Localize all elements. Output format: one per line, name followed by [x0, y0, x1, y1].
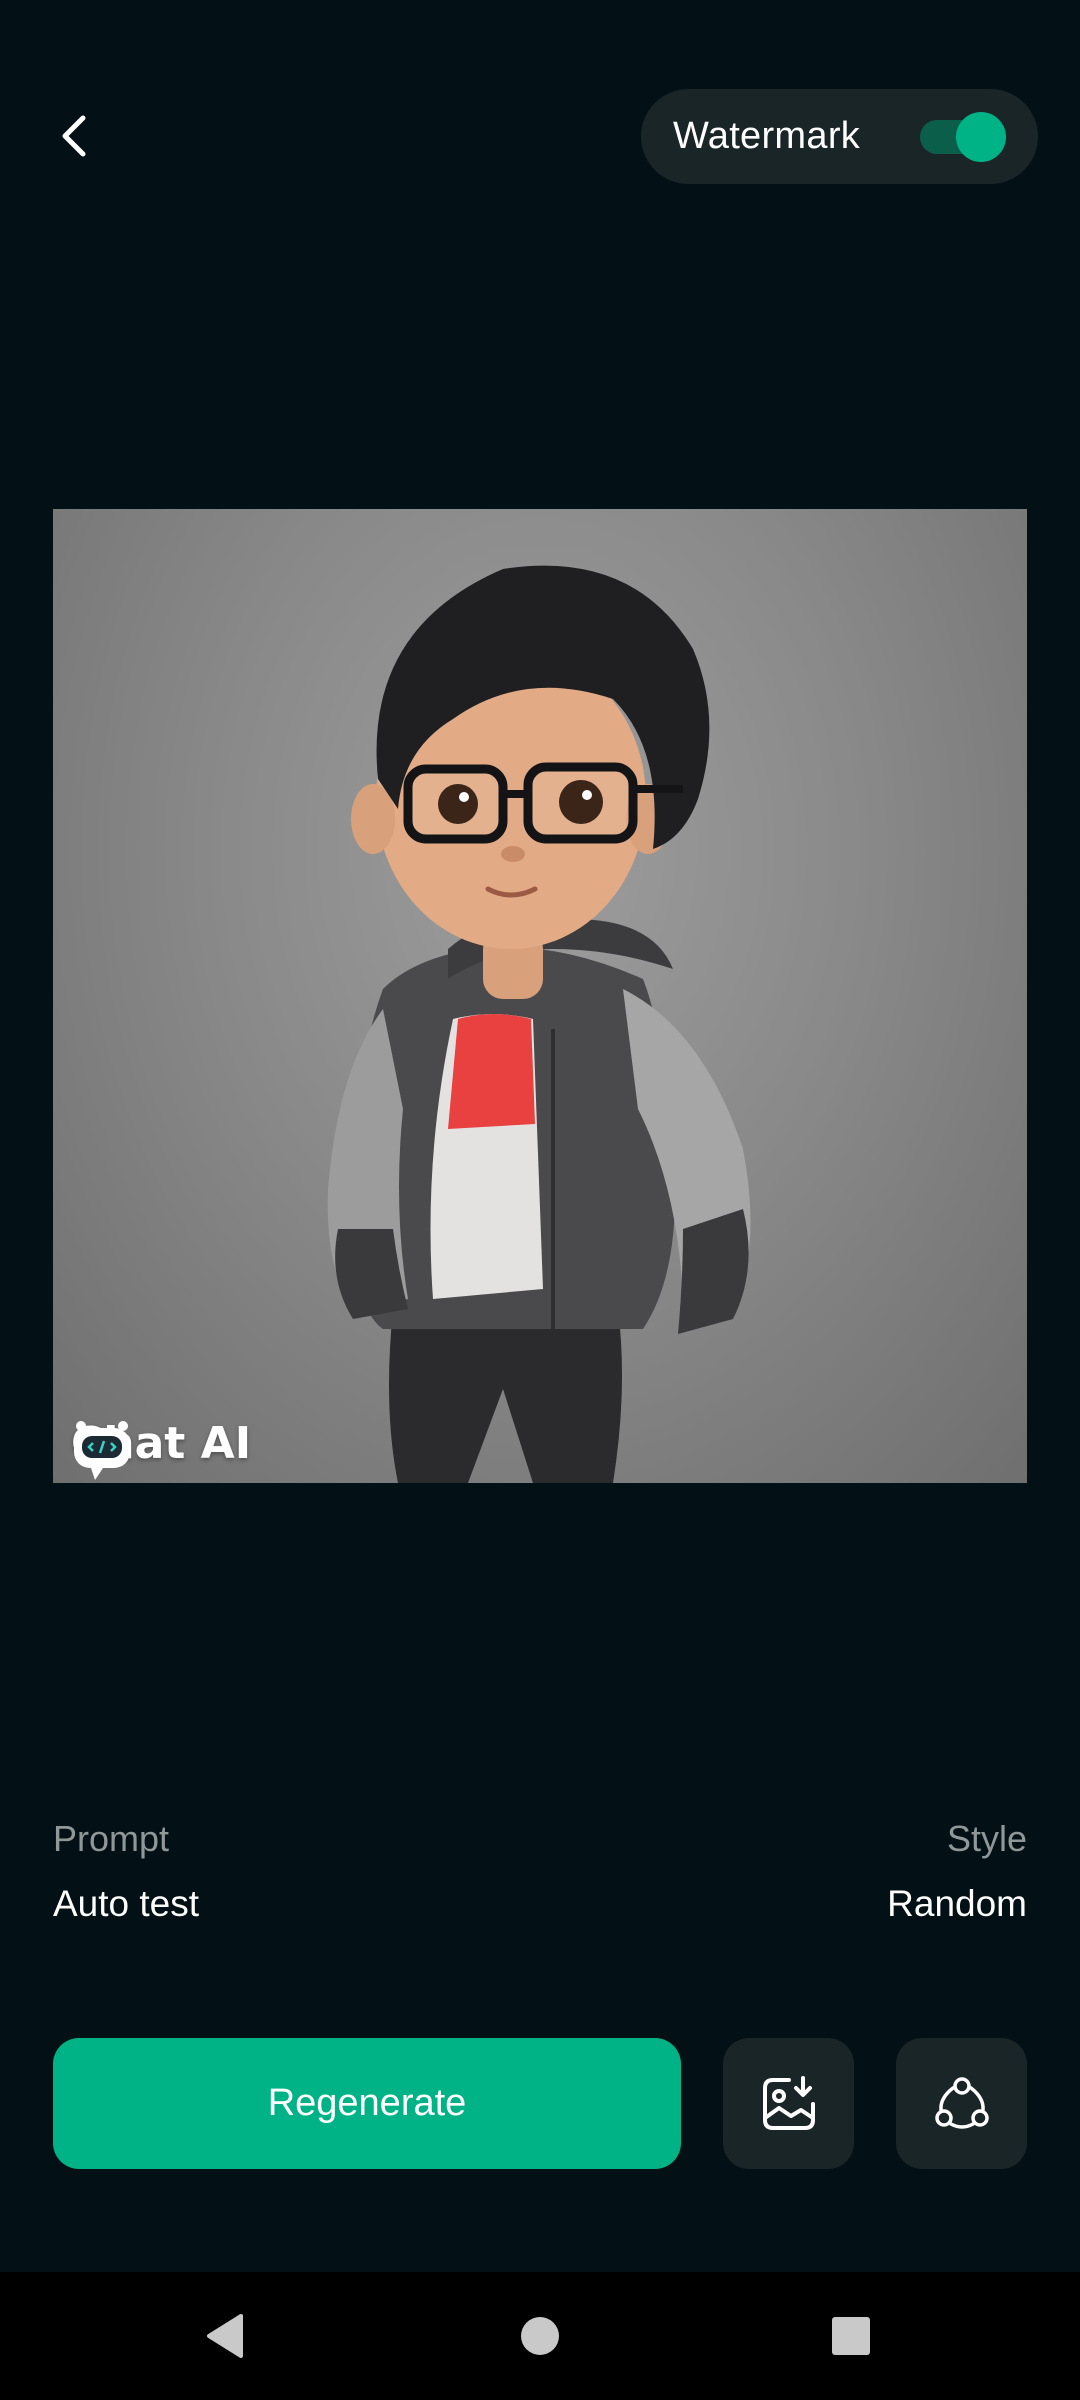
style-label: Style [946, 1818, 1027, 1859]
nav-home-button[interactable] [480, 2272, 600, 2400]
system-nav-bar [0, 2272, 1080, 2400]
watermark-toggle-container: Watermark [641, 89, 1038, 184]
back-button[interactable] [40, 96, 110, 176]
prompt-value: Auto test [53, 1883, 200, 1924]
nav-back-button[interactable] [165, 2272, 285, 2400]
prompt-label: Prompt [53, 1818, 170, 1859]
style-value: Random [887, 1883, 1027, 1924]
chat-ai-watermark: Chat AI [71, 1418, 251, 1480]
robot-chat-icon [74, 1421, 130, 1480]
nav-home-circle-icon [521, 2317, 559, 2355]
nav-recents-button[interactable] [791, 2272, 911, 2400]
generated-image: Chat AI [53, 509, 1027, 1483]
share-button[interactable] [896, 2038, 1027, 2169]
toggle-thumb [956, 111, 1006, 162]
watermark-label: Watermark [673, 115, 861, 157]
nav-back-triangle-icon [207, 2314, 243, 2358]
save-image-button[interactable] [723, 2038, 854, 2169]
nav-recents-square-icon [832, 2317, 870, 2355]
share-icon [934, 2076, 989, 2129]
watermark-toggle[interactable] [920, 111, 1006, 162]
screen: Watermark Chat AI Prompt Auto test Style… [0, 0, 1080, 2400]
chevron-left-icon [62, 115, 86, 157]
image-download-icon [762, 2075, 815, 2130]
regenerate-button[interactable]: Regenerate [53, 2038, 681, 2169]
avatar-illustration [327, 565, 751, 1483]
